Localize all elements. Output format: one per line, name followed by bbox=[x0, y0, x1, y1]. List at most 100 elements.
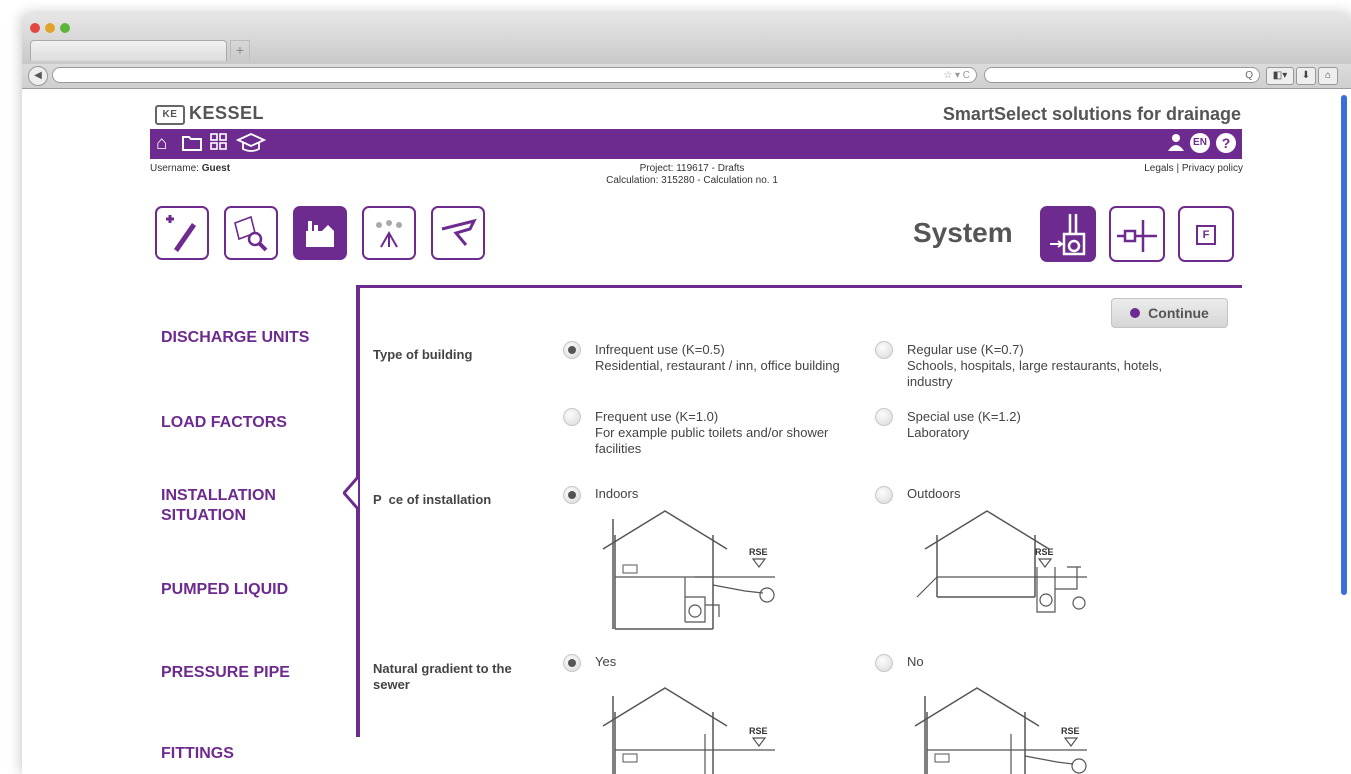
language-button[interactable]: EN bbox=[1190, 133, 1210, 153]
content-top-rule bbox=[356, 285, 1242, 288]
step-search[interactable] bbox=[224, 206, 278, 260]
nav-installation-situation[interactable]: INSTALLATION SITUATION bbox=[161, 486, 321, 526]
type-of-building-label: Type of building bbox=[373, 347, 473, 362]
user-icon[interactable] bbox=[1168, 133, 1184, 157]
vertical-scrollbar[interactable] bbox=[1341, 95, 1347, 595]
radio-infrequent-use[interactable] bbox=[563, 341, 581, 359]
option-title: Frequent use (K=1.0) bbox=[595, 409, 719, 424]
project-info: Project: 119617 - Drafts Calculation: 31… bbox=[492, 163, 892, 187]
back-button[interactable]: ◀ bbox=[28, 66, 48, 86]
minimize-window-button[interactable] bbox=[45, 23, 55, 33]
browser-tab[interactable] bbox=[30, 40, 227, 61]
indoors-diagram: RSE bbox=[602, 510, 775, 630]
step-pipe[interactable] bbox=[431, 206, 485, 260]
option-indoors[interactable]: Indoors bbox=[595, 486, 638, 502]
project-line: Project: 119617 - Drafts bbox=[639, 163, 745, 174]
username-display: Username: Guest bbox=[150, 163, 230, 174]
fittings-icon bbox=[376, 220, 402, 248]
legal-separator: | bbox=[1176, 163, 1180, 174]
option-description: Laboratory bbox=[907, 425, 970, 440]
pipe-connection-icon bbox=[1117, 220, 1157, 252]
option-gradient-yes[interactable]: Yes bbox=[595, 654, 616, 670]
zoom-window-button[interactable] bbox=[60, 23, 70, 33]
browser-titlebar: + bbox=[22, 14, 1351, 65]
nav-discharge-units[interactable]: DISCHARGE UNITS bbox=[161, 328, 309, 348]
content-left-rule bbox=[356, 287, 360, 737]
gradient-yes-diagram: RSE bbox=[602, 687, 775, 774]
home-icon[interactable]: ⌂ bbox=[156, 133, 167, 155]
radio-gradient-yes[interactable] bbox=[563, 654, 581, 672]
main-toolbar: ⌂ EN ? bbox=[150, 129, 1242, 159]
continue-button[interactable]: Continue bbox=[1111, 298, 1228, 328]
gradient-no-rse-label: RSE bbox=[1061, 726, 1080, 736]
outdoors-rse-label: RSE bbox=[1035, 547, 1054, 557]
filter-icon: F bbox=[1196, 224, 1216, 245]
radio-special-use[interactable] bbox=[875, 408, 893, 426]
option-special-use[interactable]: Special use (K=1.2) Laboratory bbox=[907, 409, 1167, 441]
building-icon bbox=[306, 221, 334, 247]
step-new-calculation[interactable] bbox=[155, 206, 209, 260]
radio-gradient-no[interactable] bbox=[875, 654, 893, 672]
radio-regular-use[interactable] bbox=[875, 341, 893, 359]
new-calculation-icon bbox=[166, 215, 196, 252]
folder-icon[interactable] bbox=[182, 133, 202, 157]
nav-fittings[interactable]: FITTINGS bbox=[161, 744, 234, 764]
step-fittings[interactable] bbox=[362, 206, 416, 260]
radio-outdoors[interactable] bbox=[875, 486, 893, 504]
graduation-cap-icon[interactable] bbox=[235, 133, 267, 159]
natural-gradient-label: Natural gradient to the sewer bbox=[373, 661, 512, 692]
nav-pumped-liquid[interactable]: PUMPED LIQUID bbox=[161, 580, 288, 600]
active-section-pointer bbox=[343, 477, 359, 509]
kessel-logo[interactable]: KE KESSEL bbox=[155, 103, 264, 125]
legal-links: Legals | Privacy policy bbox=[1144, 163, 1243, 174]
calculation-line: Calculation: 315280 - Calculation no. 1 bbox=[606, 175, 778, 186]
outdoors-diagram: RSE bbox=[916, 510, 1087, 613]
bookmarks-button[interactable]: ◧▾ bbox=[1266, 67, 1294, 85]
system-pipe-button[interactable] bbox=[1109, 206, 1165, 262]
gradient-yes-rse-label: RSE bbox=[749, 726, 768, 736]
nav-load-factors[interactable]: LOAD FACTORS bbox=[161, 413, 287, 433]
kessel-logo-text: KESSEL bbox=[189, 103, 265, 123]
option-description: Residential, restaurant / inn, office bu… bbox=[595, 358, 840, 373]
kessel-logo-mark: KE bbox=[155, 105, 185, 125]
continue-icon bbox=[1130, 308, 1141, 318]
search-bar[interactable]: Q bbox=[984, 67, 1260, 83]
tagline: SmartSelect solutions for drainage bbox=[942, 104, 1241, 124]
username-prefix: Username: bbox=[150, 163, 199, 174]
search-documents-icon bbox=[234, 215, 268, 252]
legals-link[interactable]: Legals bbox=[1144, 163, 1173, 174]
close-window-button[interactable] bbox=[30, 23, 40, 33]
option-title: Special use (K=1.2) bbox=[907, 409, 1021, 424]
pump-system-icon bbox=[1050, 214, 1086, 256]
option-frequent-use[interactable]: Frequent use (K=1.0) For example public … bbox=[595, 409, 845, 457]
system-title: System bbox=[913, 217, 1013, 248]
option-title: Infrequent use (K=0.5) bbox=[595, 342, 725, 357]
new-tab-button[interactable]: + bbox=[230, 40, 250, 59]
help-button[interactable]: ? bbox=[1216, 133, 1236, 153]
radio-indoors[interactable] bbox=[563, 486, 581, 504]
place-of-installation-label: P ce of installation bbox=[373, 492, 492, 507]
grid-icon[interactable] bbox=[210, 133, 228, 157]
option-description: Schools, hospitals, large restaurants, h… bbox=[907, 358, 1163, 389]
gradient-no-diagram: RSE bbox=[914, 687, 1087, 774]
step-building[interactable] bbox=[293, 206, 347, 260]
system-filter-button[interactable]: F bbox=[1178, 206, 1234, 262]
system-pump-button[interactable] bbox=[1040, 206, 1096, 262]
indoors-rse-label: RSE bbox=[749, 547, 768, 557]
pipe-icon bbox=[441, 218, 477, 246]
browser-window: + ◀ ☆ ▾ C Q ◧▾ ⬇ ⌂ KE KESSEL SmartSelect … bbox=[22, 14, 1351, 774]
continue-label: Continue bbox=[1148, 305, 1209, 321]
downloads-button[interactable]: ⬇ bbox=[1296, 67, 1316, 85]
option-regular-use[interactable]: Regular use (K=0.7) Schools, hospitals, … bbox=[907, 342, 1187, 390]
option-infrequent-use[interactable]: Infrequent use (K=0.5) Residential, rest… bbox=[595, 342, 855, 374]
home-button[interactable]: ⌂ bbox=[1318, 67, 1338, 85]
username-value: Guest bbox=[201, 163, 231, 174]
option-description: For example public toilets and/or shower… bbox=[595, 425, 829, 456]
address-bar[interactable]: ☆ ▾ C bbox=[52, 67, 977, 83]
option-outdoors[interactable]: Outdoors bbox=[907, 486, 960, 502]
option-title: Regular use (K=0.7) bbox=[907, 342, 1024, 357]
radio-frequent-use[interactable] bbox=[563, 408, 581, 426]
option-gradient-no[interactable]: No bbox=[907, 654, 924, 670]
privacy-policy-link[interactable]: Privacy policy bbox=[1182, 163, 1243, 174]
nav-pressure-pipe[interactable]: PRESSURE PIPE bbox=[161, 663, 290, 683]
